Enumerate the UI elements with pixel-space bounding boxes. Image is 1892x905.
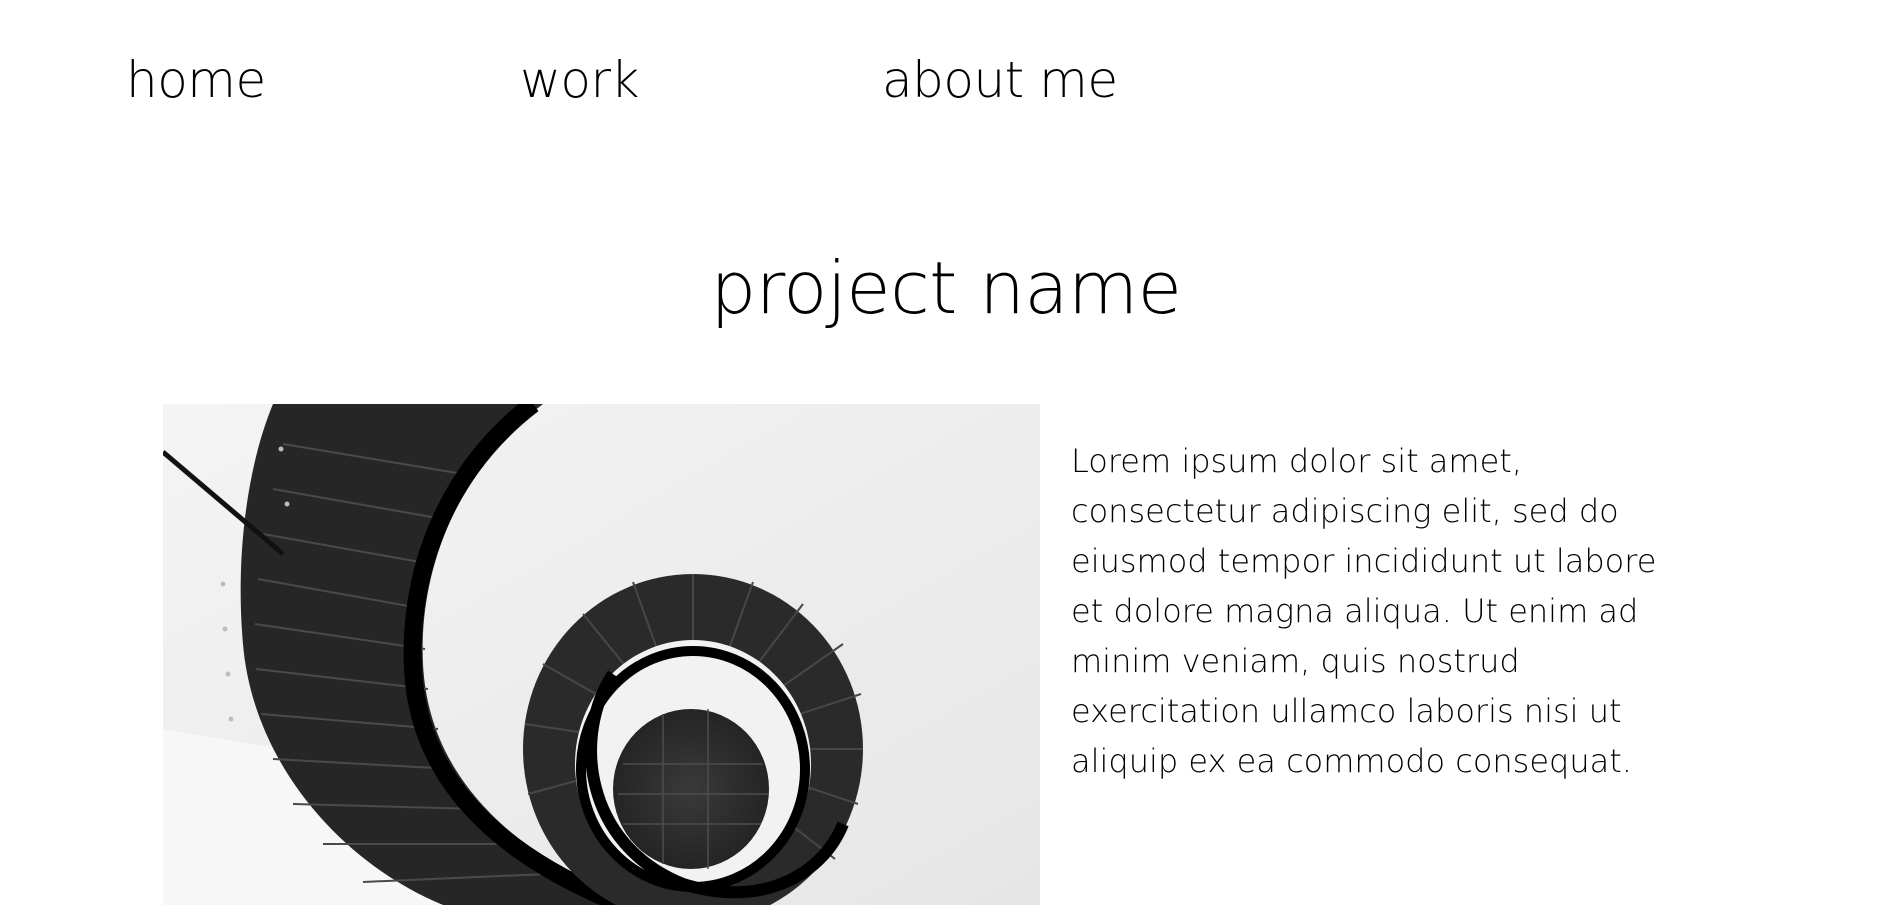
main-navigation: home work about me [0,50,1892,110]
nav-link-home[interactable]: home [126,50,266,110]
nav-link-work[interactable]: work [520,50,640,110]
page: home work about me project name Lorem ip… [0,0,1892,905]
nav-link-about-me[interactable]: about me [882,50,1118,110]
project-title: project name [710,246,1182,330]
spiral-staircase-photo [163,404,1040,905]
project-description: Lorem ipsum dolor sit amet, consectetur … [1071,442,1657,780]
project-image [163,404,1040,905]
